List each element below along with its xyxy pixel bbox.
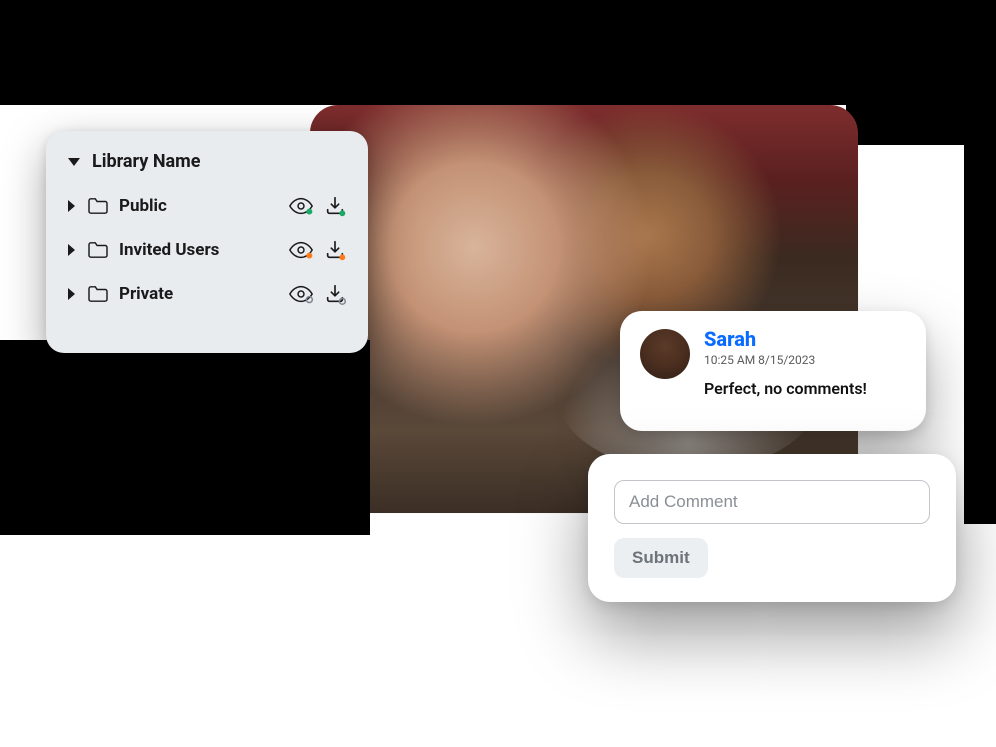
decorative-black-band-top [0, 0, 996, 105]
download-icon [324, 239, 346, 261]
submit-button[interactable]: Submit [614, 538, 708, 578]
chevron-right-icon [68, 200, 75, 212]
folder-icon [87, 241, 109, 259]
add-comment-input[interactable] [614, 480, 930, 524]
library-item-label: Private [119, 284, 288, 304]
library-item-label: Public [119, 196, 288, 216]
comment-author: Sarah [704, 329, 867, 349]
library-item-public[interactable]: Public [68, 184, 346, 228]
library-title-row[interactable]: Library Name [68, 151, 346, 172]
download-icon [324, 195, 346, 217]
avatar [640, 329, 690, 379]
chevron-right-icon [68, 244, 75, 256]
add-comment-card: Submit [588, 454, 956, 602]
decorative-black-band-right [846, 105, 996, 145]
folder-icon [87, 285, 109, 303]
eye-icon [288, 196, 314, 216]
eye-icon [288, 240, 314, 260]
library-panel: Library Name Public [46, 131, 368, 353]
library-title: Library Name [92, 151, 201, 172]
comment-card: Sarah 10:25 AM 8/15/2023 Perfect, no com… [620, 311, 926, 431]
composition-stage: Library Name Public [0, 0, 996, 747]
comment-text: Perfect, no comments! [704, 379, 867, 398]
comment-body: Sarah 10:25 AM 8/15/2023 Perfect, no com… [704, 329, 867, 415]
chevron-down-icon [68, 158, 80, 166]
comment-timestamp: 10:25 AM 8/15/2023 [704, 353, 867, 367]
eye-icon [288, 284, 314, 304]
library-item-invited-users[interactable]: Invited Users [68, 228, 346, 272]
library-item-private[interactable]: Private [68, 272, 346, 316]
download-icon [324, 283, 346, 305]
torn-paper-shadow [0, 340, 370, 535]
chevron-right-icon [68, 288, 75, 300]
decorative-black-band-far-right [964, 144, 996, 524]
background-photo [310, 105, 858, 513]
library-item-label: Invited Users [119, 240, 288, 260]
folder-icon [87, 197, 109, 215]
